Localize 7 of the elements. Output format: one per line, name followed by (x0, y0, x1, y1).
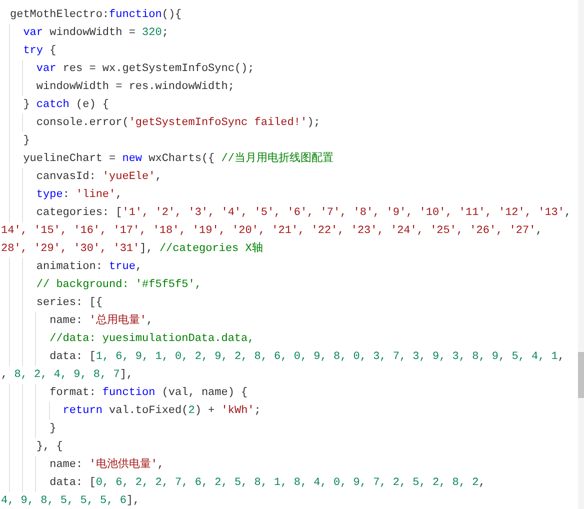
code-line: 28', '29', '30', '31'], //categories X轴 (0, 241, 264, 257)
scrollbar-thumb[interactable] (578, 352, 584, 398)
code-line: 4, 9, 8, 5, 5, 5, 6], (0, 494, 141, 509)
code-line: getMothElectro:function(){ (9, 8, 183, 23)
scrollbar[interactable] (578, 0, 584, 509)
code-line: , 8, 2, 4, 9, 8, 7], (0, 368, 134, 383)
code-line: 14', '15', '16', '17', '18', '19', '20', '21', '22', '23', '24', '25', '26', '27', (0, 224, 544, 239)
